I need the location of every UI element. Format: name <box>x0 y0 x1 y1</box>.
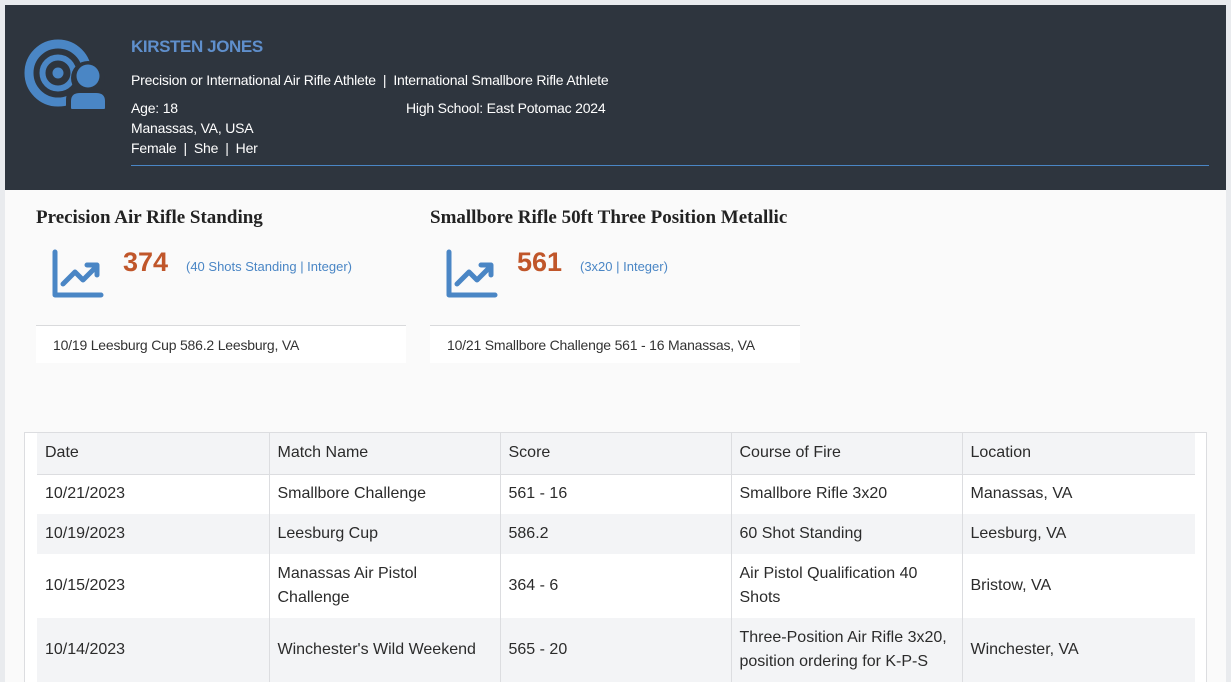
gender-pronouns-line: Female | She | Her <box>131 140 258 156</box>
cell-course-of-fire: Smallbore Rifle 3x20 <box>731 474 963 514</box>
cell-score: 364 - 6 <box>500 554 732 618</box>
card-footer: 10/21 Smallbore Challenge 561 - 16 Manas… <box>430 325 800 363</box>
table-row[interactable]: 10/14/2023 Winchester's Wild Weekend 565… <box>37 618 1195 682</box>
card-last-match: 10/19 Leesburg Cup 586.2 Leesburg, VA <box>53 337 300 353</box>
cell-date: 10/21/2023 <box>37 474 270 514</box>
cell-match-name: Winchester's Wild Weekend <box>269 618 501 682</box>
card-score-detail: (40 Shots Standing | Integer) <box>186 259 352 274</box>
athlete-location: Manassas, VA, USA <box>131 120 254 136</box>
cell-course-of-fire: 60 Shot Standing <box>731 514 963 554</box>
card-score: 374 <box>123 247 169 277</box>
cell-match-name: Smallbore Challenge <box>269 474 501 514</box>
cell-location: Winchester, VA <box>962 618 1195 682</box>
header-divider <box>131 165 1209 166</box>
discipline-secondary: International Smallbore Rifle Athlete <box>393 72 609 88</box>
cell-course-of-fire: Air Pistol Qualification 40 Shots <box>731 554 963 618</box>
column-header-course-of-fire[interactable]: Course of Fire <box>731 433 963 475</box>
pronoun-divider: | <box>225 140 229 156</box>
table-row[interactable]: 10/19/2023 Leesburg Cup 586.2 60 Shot St… <box>37 514 1195 554</box>
discipline-divider: | <box>382 72 387 88</box>
athlete-gender: Female <box>131 140 177 156</box>
card-title: Precision Air Rifle Standing <box>36 207 263 228</box>
card-score-detail: (3x20 | Integer) <box>580 259 668 274</box>
card-footer: 10/19 Leesburg Cup 586.2 Leesburg, VA <box>36 325 406 363</box>
cell-course-of-fire: Three-Position Air Rifle 3x20, position … <box>731 618 963 682</box>
card-score: 561 <box>517 247 563 277</box>
cell-score: 561 - 16 <box>500 474 732 514</box>
cell-date: 10/14/2023 <box>37 618 270 682</box>
cell-score: 586.2 <box>500 514 732 554</box>
table-row[interactable]: 10/21/2023 Smallbore Challenge 561 - 16 … <box>37 474 1195 514</box>
card-last-match: 10/21 Smallbore Challenge 561 - 16 Manas… <box>447 337 755 353</box>
results-table: Date Match Name Score Course of Fire Loc… <box>37 433 1195 682</box>
column-header-match-name[interactable]: Match Name <box>269 433 501 475</box>
cell-location: Bristow, VA <box>962 554 1195 618</box>
athlete-name: KIRSTEN JONES <box>131 37 263 56</box>
pronoun-divider: | <box>183 140 187 156</box>
discipline-card-smallbore[interactable]: Smallbore Rifle 50ft Three Position Meta… <box>430 203 800 363</box>
discipline-line: Precision or International Air Rifle Ath… <box>131 72 609 88</box>
athlete-age: Age: 18 <box>131 100 178 116</box>
discipline-primary: Precision or International Air Rifle Ath… <box>131 72 376 88</box>
match-results-table: Date Match Name Score Course of Fire Loc… <box>24 432 1207 682</box>
column-header-date[interactable]: Date <box>37 433 270 475</box>
target-user-icon <box>24 39 110 110</box>
card-title: Smallbore Rifle 50ft Three Position Meta… <box>430 207 788 228</box>
cell-match-name: Leesburg Cup <box>269 514 501 554</box>
athlete-pronoun-her: Her <box>235 140 258 156</box>
athlete-pronoun-she: She <box>193 140 219 156</box>
page: KIRSTEN JONES Precision or International… <box>5 5 1226 682</box>
cell-location: Leesburg, VA <box>962 514 1195 554</box>
cell-date: 10/15/2023 <box>37 554 270 618</box>
cell-date: 10/19/2023 <box>37 514 270 554</box>
column-header-score[interactable]: Score <box>500 433 732 475</box>
cell-match-name: Manassas Air Pistol Challenge <box>269 554 501 618</box>
trending-up-chart-icon <box>446 249 498 298</box>
column-header-location[interactable]: Location <box>962 433 1195 475</box>
discipline-card-air-rifle[interactable]: Precision Air Rifle Standing 374 (40 Sho… <box>36 203 406 363</box>
athlete-header: KIRSTEN JONES Precision or International… <box>5 5 1226 190</box>
cell-score: 565 - 20 <box>500 618 732 682</box>
athlete-school: High School: East Potomac 2024 <box>406 100 606 116</box>
table-header-row: Date Match Name Score Course of Fire Loc… <box>37 433 1195 475</box>
cell-location: Manassas, VA <box>962 474 1195 514</box>
trending-up-chart-icon <box>52 249 104 298</box>
table-row[interactable]: 10/15/2023 Manassas Air Pistol Challenge… <box>37 554 1195 618</box>
